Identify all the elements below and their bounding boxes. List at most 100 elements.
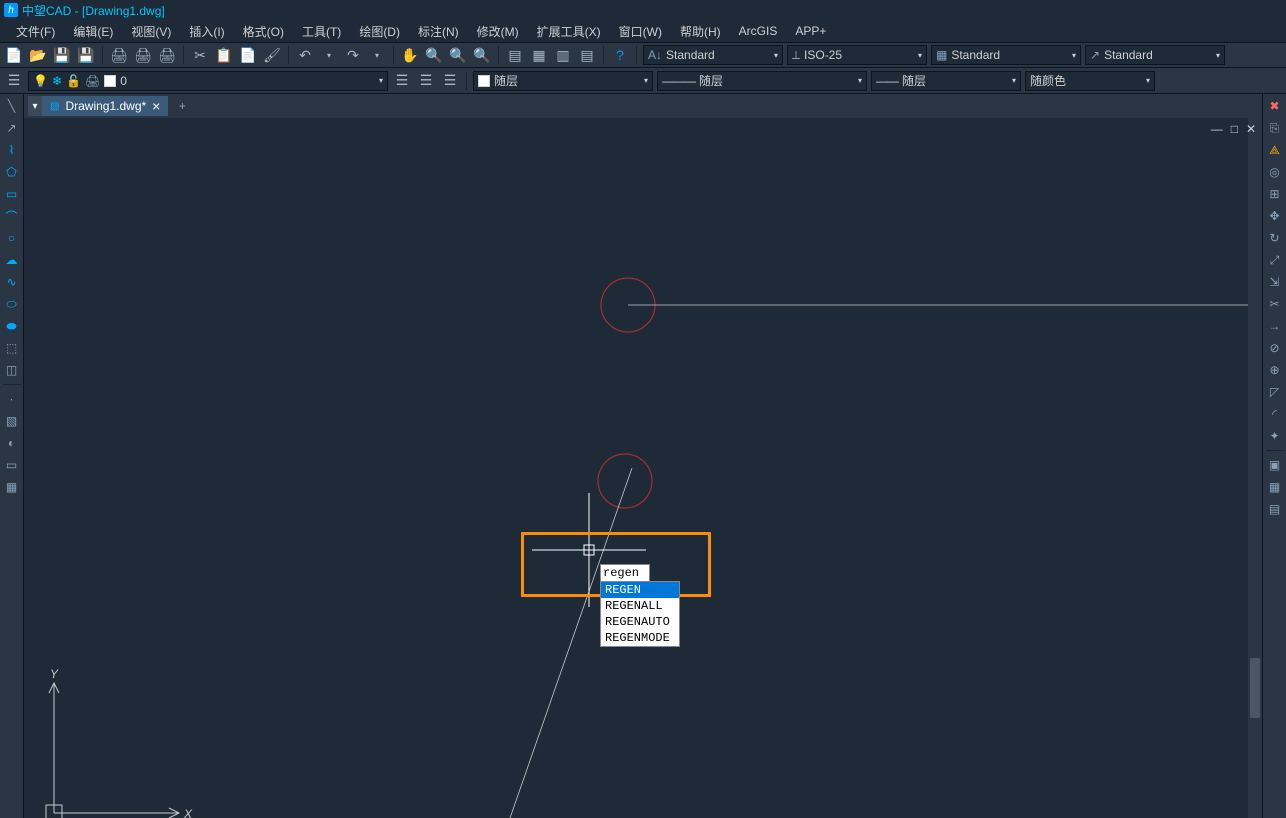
file-tab[interactable]: ▧ Drawing1.dwg* ×: [42, 96, 168, 116]
autocomplete-item[interactable]: REGENALL: [601, 598, 679, 614]
copy-obj-icon[interactable]: ⎘: [1265, 118, 1285, 138]
line-icon[interactable]: ╲: [2, 96, 22, 116]
paste-icon[interactable]: 📄: [238, 45, 258, 65]
erase-icon[interactable]: ✖: [1265, 96, 1285, 116]
mleaderstyle-dropdown[interactable]: ↗ Standard ▾: [1085, 45, 1225, 65]
layer-manager-icon[interactable]: ☰: [4, 71, 24, 91]
revcloud-icon[interactable]: ☁: [2, 250, 22, 270]
textstyle-dropdown[interactable]: A↓ Standard ▾: [643, 45, 783, 65]
layer-iso-icon[interactable]: ☰: [440, 71, 460, 91]
help-icon[interactable]: ?: [610, 45, 630, 65]
menu-arcgis[interactable]: ArcGIS: [731, 22, 786, 40]
rectangle-icon[interactable]: ▭: [2, 184, 22, 204]
open-icon[interactable]: 📂: [28, 45, 48, 65]
properties-icon[interactable]: ▤: [505, 45, 525, 65]
break-icon[interactable]: ⊘: [1265, 338, 1285, 358]
menu-modify[interactable]: 修改(M): [469, 21, 527, 42]
gradient-icon[interactable]: ◐: [2, 433, 22, 453]
close-tab-icon[interactable]: ×: [152, 98, 160, 114]
group-icon[interactable]: ▦: [1265, 477, 1285, 497]
menu-format[interactable]: 格式(O): [235, 21, 292, 42]
scale-icon[interactable]: ⤢: [1265, 250, 1285, 270]
publish-icon[interactable]: 🖨: [157, 45, 177, 65]
saveas-icon[interactable]: 💾: [76, 45, 96, 65]
menu-dimension[interactable]: 标注(N): [410, 21, 467, 42]
spline-icon[interactable]: ∿: [2, 272, 22, 292]
fillet-icon[interactable]: ◜: [1265, 404, 1285, 424]
extend-icon[interactable]: →: [1265, 316, 1285, 336]
array-icon[interactable]: ⊞: [1265, 184, 1285, 204]
pan-icon[interactable]: ✋: [400, 45, 420, 65]
menu-help[interactable]: 帮助(H): [672, 21, 729, 42]
scrollbar-thumb[interactable]: [1250, 658, 1260, 718]
autocomplete-item[interactable]: REGENMODE: [601, 630, 679, 646]
layer-dropdown[interactable]: 💡 ❄ 🔓 🖨 0 ▾: [28, 71, 388, 91]
vertical-scrollbar[interactable]: [1248, 118, 1262, 818]
linetype-dropdown[interactable]: ——— 随层 ▾: [657, 71, 867, 91]
plotstyle-dropdown[interactable]: 随颜色 ▾: [1025, 71, 1155, 91]
point-icon[interactable]: ∙: [2, 389, 22, 409]
command-autocomplete[interactable]: REGEN REGENALL REGENAUTO REGENMODE: [600, 581, 680, 647]
offset-icon[interactable]: ◎: [1265, 162, 1285, 182]
zoom-window-icon[interactable]: 🔍: [448, 45, 468, 65]
mdi-close-icon[interactable]: ✕: [1246, 122, 1256, 136]
print-preview-icon[interactable]: 🖨: [133, 45, 153, 65]
arc-icon[interactable]: ⌒: [2, 206, 22, 226]
trim-icon[interactable]: ✂: [1265, 294, 1285, 314]
cut-icon[interactable]: ✂: [190, 45, 210, 65]
table-icon[interactable]: ▦: [2, 477, 22, 497]
region-icon[interactable]: ▭: [2, 455, 22, 475]
color-dropdown[interactable]: 随层 ▾: [473, 71, 653, 91]
mdi-restore-icon[interactable]: □: [1231, 122, 1238, 136]
autocomplete-item[interactable]: REGEN: [601, 582, 679, 598]
join-icon[interactable]: ⊕: [1265, 360, 1285, 380]
hatch-icon[interactable]: ▧: [2, 411, 22, 431]
tablestyle-dropdown[interactable]: ▦ Standard ▾: [931, 45, 1081, 65]
menu-file[interactable]: 文件(F): [8, 21, 63, 42]
stretch-icon[interactable]: ⇲: [1265, 272, 1285, 292]
layer-state-icon[interactable]: ☰: [416, 71, 436, 91]
canvas[interactable]: Y X regen REGEN REGENALL REGENAUTO REGEN…: [24, 118, 1262, 818]
chamfer-icon[interactable]: ◸: [1265, 382, 1285, 402]
insert-block-icon[interactable]: ⬚: [2, 338, 22, 358]
save-icon[interactable]: 💾: [52, 45, 72, 65]
mdi-minimize-icon[interactable]: —: [1211, 122, 1223, 136]
menu-edit[interactable]: 编辑(E): [65, 21, 121, 42]
ellipse-icon[interactable]: ⬭: [2, 294, 22, 314]
zoom-icon[interactable]: 🔍: [424, 45, 444, 65]
new-icon[interactable]: 📄: [4, 45, 24, 65]
lineweight-dropdown[interactable]: —— 随层 ▾: [871, 71, 1021, 91]
rotate-icon[interactable]: ↻: [1265, 228, 1285, 248]
redo-dropdown-icon[interactable]: ▾: [367, 45, 387, 65]
dimstyle-dropdown[interactable]: ⟂ ISO-25 ▾: [787, 45, 927, 65]
draworder-icon[interactable]: ▣: [1265, 455, 1285, 475]
menu-express[interactable]: 扩展工具(X): [529, 21, 609, 42]
explode-icon[interactable]: ✦: [1265, 426, 1285, 446]
print-icon[interactable]: 🖨: [109, 45, 129, 65]
menu-app[interactable]: APP+: [787, 22, 834, 40]
add-tab-icon[interactable]: +: [172, 96, 192, 116]
tool-palette-icon[interactable]: ▥: [553, 45, 573, 65]
make-block-icon[interactable]: ◫: [2, 360, 22, 380]
command-input[interactable]: regen: [600, 564, 650, 582]
undo-dropdown-icon[interactable]: ▾: [319, 45, 339, 65]
ungroup-icon[interactable]: ▤: [1265, 499, 1285, 519]
layer-prev-icon[interactable]: ☰: [392, 71, 412, 91]
menu-tools[interactable]: 工具(T): [294, 21, 349, 42]
polygon-icon[interactable]: ⬠: [2, 162, 22, 182]
move-icon[interactable]: ✥: [1265, 206, 1285, 226]
xline-icon[interactable]: ↗: [2, 118, 22, 138]
ellipse-arc-icon[interactable]: ⬬: [2, 316, 22, 336]
menu-view[interactable]: 视图(V): [123, 21, 179, 42]
menu-window[interactable]: 窗口(W): [611, 21, 670, 42]
polyline-icon[interactable]: ⌇: [2, 140, 22, 160]
copy-icon[interactable]: 📋: [214, 45, 234, 65]
design-center-icon[interactable]: ▦: [529, 45, 549, 65]
circle-icon[interactable]: ○: [2, 228, 22, 248]
tab-menu-icon[interactable]: ▾: [28, 96, 42, 116]
undo-icon[interactable]: ↶: [295, 45, 315, 65]
zoom-extents-icon[interactable]: 🔍: [472, 45, 492, 65]
redo-icon[interactable]: ↷: [343, 45, 363, 65]
menu-insert[interactable]: 插入(I): [181, 21, 232, 42]
calculator-icon[interactable]: ▤: [577, 45, 597, 65]
